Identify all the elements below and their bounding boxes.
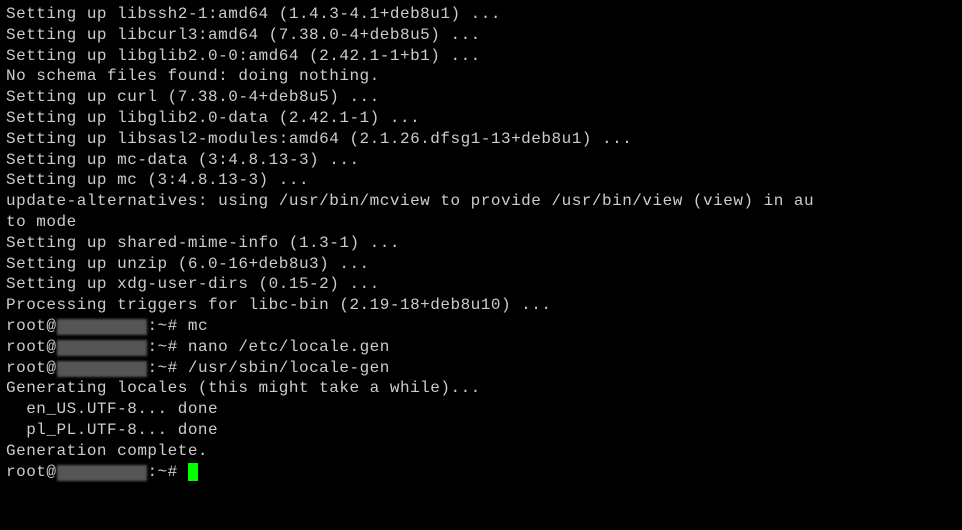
command-text: /usr/sbin/locale-gen: [188, 359, 390, 377]
prompt-user: root@: [6, 359, 57, 377]
command-text: nano /etc/locale.gen: [188, 338, 390, 356]
redacted-hostname: XXXXXXXXX: [57, 340, 148, 356]
redacted-hostname: XXXXXXXXX: [57, 361, 148, 377]
output-line: Setting up libglib2.0-data (2.42.1-1) ..…: [6, 108, 956, 129]
output-line: Setting up curl (7.38.0-4+deb8u5) ...: [6, 87, 956, 108]
prompt-user: root@: [6, 463, 57, 481]
output-line: update-alternatives: using /usr/bin/mcvi…: [6, 191, 956, 212]
output-line: to mode: [6, 212, 956, 233]
prompt-suffix: :~#: [147, 338, 187, 356]
output-line: Generation complete.: [6, 441, 956, 462]
redacted-hostname: XXXXXXXXX: [57, 319, 148, 335]
output-line: Setting up shared-mime-info (1.3-1) ...: [6, 233, 956, 254]
redacted-hostname: XXXXXXXXX: [57, 465, 148, 481]
output-line: Setting up mc-data (3:4.8.13-3) ...: [6, 150, 956, 171]
output-line: Setting up xdg-user-dirs (0.15-2) ...: [6, 274, 956, 295]
prompt-line: root@XXXXXXXXX:~# nano /etc/locale.gen: [6, 337, 956, 358]
prompt-suffix: :~#: [147, 317, 187, 335]
output-line: Processing triggers for libc-bin (2.19-1…: [6, 295, 956, 316]
prompt-suffix: :~#: [147, 463, 187, 481]
terminal-output: Setting up libssh2-1:amd64 (1.4.3-4.1+de…: [6, 4, 956, 482]
output-line: Setting up unzip (6.0-16+deb8u3) ...: [6, 254, 956, 275]
prompt-line-active[interactable]: root@XXXXXXXXX:~#: [6, 462, 956, 483]
output-line: pl_PL.UTF-8... done: [6, 420, 956, 441]
output-line: Setting up libglib2.0-0:amd64 (2.42.1-1+…: [6, 46, 956, 67]
cursor-icon: [188, 463, 198, 481]
prompt-suffix: :~#: [147, 359, 187, 377]
output-line: No schema files found: doing nothing.: [6, 66, 956, 87]
output-line: Setting up libssh2-1:amd64 (1.4.3-4.1+de…: [6, 4, 956, 25]
prompt-user: root@: [6, 338, 57, 356]
output-line: en_US.UTF-8... done: [6, 399, 956, 420]
output-line: Setting up mc (3:4.8.13-3) ...: [6, 170, 956, 191]
prompt-line: root@XXXXXXXXX:~# /usr/sbin/locale-gen: [6, 358, 956, 379]
output-line: Generating locales (this might take a wh…: [6, 378, 956, 399]
output-line: Setting up libcurl3:amd64 (7.38.0-4+deb8…: [6, 25, 956, 46]
prompt-user: root@: [6, 317, 57, 335]
output-line: Setting up libsasl2-modules:amd64 (2.1.2…: [6, 129, 956, 150]
command-text: mc: [188, 317, 208, 335]
prompt-line: root@XXXXXXXXX:~# mc: [6, 316, 956, 337]
